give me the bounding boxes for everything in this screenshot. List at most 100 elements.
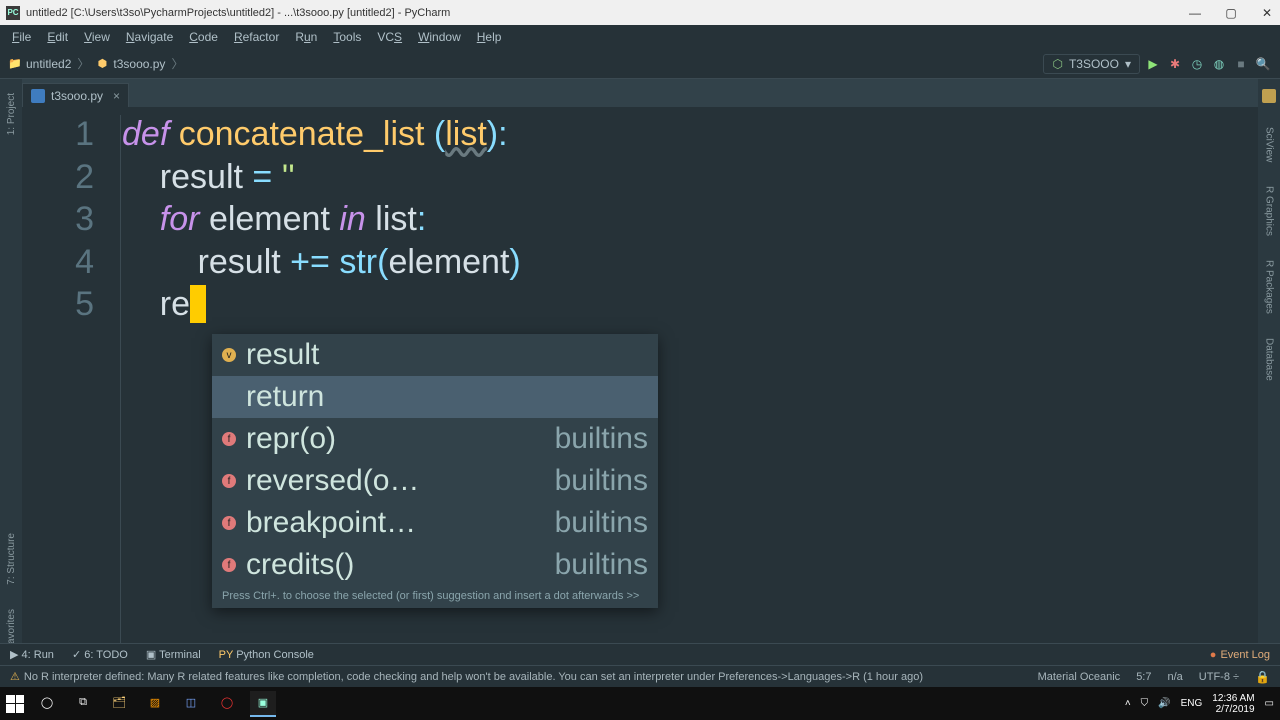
task-taskview[interactable]: ⧉ — [70, 691, 96, 717]
menu-file[interactable]: File — [4, 30, 39, 44]
completion-source: builtins — [555, 464, 648, 498]
tray-network-icon[interactable]: ⛉ — [1141, 698, 1149, 709]
status-theme[interactable]: Material Oceanic — [1038, 671, 1121, 683]
completion-label: return — [246, 380, 642, 414]
chevron-down-icon: ▾ — [1125, 57, 1131, 71]
tray-volume-icon[interactable]: 🔊 — [1158, 698, 1170, 709]
toolwin-terminal[interactable]: ▣ Terminal — [146, 648, 201, 661]
menu-vcs[interactable]: VCS — [369, 30, 410, 44]
task-explorer[interactable]: 🗂 — [106, 691, 132, 717]
toolwin-sciview[interactable]: SciView — [1264, 123, 1275, 166]
completion-label: reversed(o… — [246, 464, 549, 498]
status-bar: No R interpreter defined: Many R related… — [0, 665, 1280, 687]
run-config-icon: ⬡ — [1052, 57, 1062, 71]
profile-button[interactable]: ◍ — [1210, 55, 1228, 73]
maximize-button[interactable]: ▢ — [1224, 6, 1238, 20]
run-button[interactable]: ▶ — [1144, 55, 1162, 73]
breadcrumb-file[interactable]: t3sooo.py — [113, 57, 165, 71]
debug-button[interactable]: ✱ — [1166, 55, 1184, 73]
task-app1[interactable]: ◫ — [178, 691, 204, 717]
toolwin-project[interactable]: 1: Project — [6, 89, 17, 139]
bottom-tool-stripe: ▶ 4: Run ✓ 6: TODO ▣ Terminal PY Python … — [0, 643, 1280, 665]
start-button[interactable] — [6, 695, 24, 713]
tab-t3sooo[interactable]: t3sooo.py × — [22, 83, 129, 107]
toolwin-run[interactable]: ▶ 4: Run — [10, 648, 54, 661]
folder-icon: 📁 — [8, 57, 22, 71]
indent-guide — [120, 115, 121, 657]
close-button[interactable]: ✕ — [1260, 6, 1274, 20]
task-sublime[interactable]: ▨ — [142, 691, 168, 717]
toolwin-database[interactable]: Database — [1264, 334, 1275, 385]
tray-language[interactable]: ENG — [1181, 698, 1203, 709]
toolwin-rgraphics[interactable]: R Graphics — [1264, 182, 1275, 240]
system-tray[interactable]: ˄ ⛉ 🔊 ENG 12:36 AM 2/7/2019 ▭ — [1125, 693, 1274, 715]
tray-time: 12:36 AM — [1212, 693, 1254, 704]
function-icon: f — [222, 558, 236, 572]
stop-button[interactable]: ■ — [1232, 55, 1250, 73]
menu-run[interactable]: Run — [287, 30, 325, 44]
completion-label: credits() — [246, 548, 549, 582]
menu-bar: File Edit View Navigate Code Refactor Ru… — [0, 25, 1280, 49]
os-titlebar: PC untitled2 [C:\Users\t3so\PycharmProje… — [0, 0, 1280, 25]
completion-item[interactable]: f breakpoint… builtins — [212, 502, 658, 544]
os-taskbar: ◯ ⧉ 🗂 ▨ ◫ ◯ ▣ ˄ ⛉ 🔊 ENG 12:36 AM 2/7/201… — [0, 687, 1280, 720]
status-encoding[interactable]: UTF-8 ÷ — [1199, 671, 1239, 683]
completion-source: builtins — [555, 548, 648, 582]
menu-tools[interactable]: Tools — [325, 30, 369, 44]
toolwin-python-console[interactable]: PY Python Console — [219, 649, 314, 661]
event-log-button[interactable]: Event Log — [1210, 649, 1270, 661]
app-icon: PC — [6, 6, 20, 20]
toolwin-rpackages[interactable]: R Packages — [1264, 256, 1275, 318]
close-tab-icon[interactable]: × — [113, 89, 120, 103]
completion-item[interactable]: f reversed(o… builtins — [212, 460, 658, 502]
status-caret-pos[interactable]: 5:7 — [1136, 671, 1151, 683]
line-number: 5 — [22, 283, 94, 326]
completion-item[interactable]: v result — [212, 334, 658, 376]
line-number: 1 — [22, 113, 94, 156]
menu-navigate[interactable]: Navigate — [118, 30, 181, 44]
tray-notifications-icon[interactable]: ▭ — [1265, 698, 1274, 709]
toolwin-structure[interactable]: 7: Structure — [6, 529, 17, 589]
function-icon: f — [222, 516, 236, 530]
menu-edit[interactable]: Edit — [39, 30, 76, 44]
editor-tabs: t3sooo.py × — [0, 79, 1280, 107]
tab-label: t3sooo.py — [51, 89, 103, 103]
completion-item[interactable]: f repr(o) builtins — [212, 418, 658, 460]
gutter: 1 2 3 4 5 — [22, 107, 112, 665]
status-message[interactable]: No R interpreter defined: Many R related… — [10, 670, 1022, 683]
chevron-right-icon: 〉 — [75, 55, 91, 72]
menu-window[interactable]: Window — [410, 30, 469, 44]
line-number: 3 — [22, 198, 94, 241]
completion-item[interactable]: k return — [212, 376, 658, 418]
menu-help[interactable]: Help — [469, 30, 510, 44]
variable-icon: v — [222, 348, 236, 362]
window-title: untitled2 [C:\Users\t3so\PycharmProjects… — [26, 7, 1188, 19]
breadcrumb-project[interactable]: untitled2 — [26, 57, 71, 71]
toolwin-todo[interactable]: ✓ 6: TODO — [72, 648, 128, 661]
tray-clock[interactable]: 12:36 AM 2/7/2019 — [1212, 693, 1254, 715]
chevron-right-icon: 〉 — [169, 55, 185, 72]
function-icon: f — [222, 474, 236, 488]
coverage-button[interactable]: ◷ — [1188, 55, 1206, 73]
completion-source: builtins — [555, 422, 648, 456]
status-insert-mode[interactable]: n/a — [1167, 671, 1182, 683]
tray-date: 2/7/2019 — [1212, 704, 1254, 715]
menu-refactor[interactable]: Refactor — [226, 30, 287, 44]
lock-icon[interactable]: 🔒 — [1255, 670, 1270, 684]
run-config-selector[interactable]: ⬡ T3SOOO ▾ — [1043, 54, 1140, 74]
minimize-button[interactable]: — — [1188, 6, 1202, 20]
tray-chevron-up-icon[interactable]: ˄ — [1125, 698, 1131, 709]
completion-item[interactable]: f credits() builtins — [212, 544, 658, 586]
line-number: 4 — [22, 241, 94, 284]
task-pycharm[interactable]: ▣ — [250, 691, 276, 717]
inspection-indicator[interactable] — [1262, 89, 1276, 103]
run-config-name: T3SOOO — [1069, 57, 1119, 71]
search-everywhere-button[interactable]: 🔍 — [1254, 55, 1272, 73]
task-opera[interactable]: ◯ — [214, 691, 240, 717]
completion-hint: Press Ctrl+. to choose the selected (or … — [212, 586, 658, 608]
task-cortana[interactable]: ◯ — [34, 691, 60, 717]
line-number: 2 — [22, 156, 94, 199]
menu-view[interactable]: View — [76, 30, 118, 44]
code-completion-popup[interactable]: v result k return f repr(o) builtins f r… — [212, 334, 658, 608]
menu-code[interactable]: Code — [181, 30, 226, 44]
